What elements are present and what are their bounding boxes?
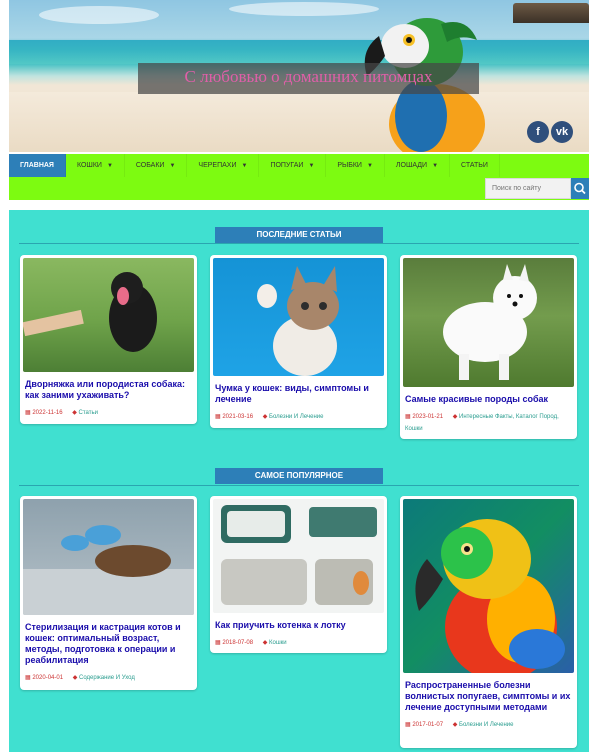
nav-item-label: Черепахи [198,162,237,169]
article-card[interactable]: Чумка у кошек: виды, симптомы и лечение … [210,255,387,428]
article-meta: 2018-07-08 Кошки [215,637,382,649]
nav-item-parrots[interactable]: Попугаи ▼ [259,154,327,177]
article-category[interactable]: Статьи [72,410,98,416]
nav-item-articles[interactable]: Статьи [450,154,500,177]
article-date: 2021-03-16 [215,414,253,420]
facebook-icon[interactable]: f [527,121,549,143]
dog-photo [23,272,157,352]
article-date: 2017-01-07 [405,722,443,728]
nav-item-label: Рыбки [337,162,362,169]
vet-cat-photo [23,525,194,615]
section-divider [19,243,579,244]
section-title-latest: Последние статьи [215,227,383,243]
article-thumbnail[interactable] [23,258,194,372]
article-meta: 2021-03-16 Болезни И Лечение [215,411,382,423]
article-title[interactable]: Самые красивые породы собак [405,394,572,405]
nav-item-label: Лошади [395,162,428,169]
article-category[interactable]: Содержание И Уход [73,675,135,681]
article-card[interactable]: Самые красивые породы собак 2023-01-21 И… [400,255,577,439]
site-title[interactable]: С любовью о домашних питомцах [138,67,479,87]
caret-down-icon: ▼ [241,163,248,169]
nav-item-dogs[interactable]: Собаки ▼ [125,154,188,177]
caret-down-icon: ▼ [308,163,315,169]
search-button[interactable] [571,178,589,199]
nav-item-cats[interactable]: Кошки ▼ [66,154,125,177]
article-card[interactable]: Дворняжка или породистая собака: как зан… [20,255,197,424]
article-thumbnail[interactable] [403,499,574,673]
litter-box-photo [221,505,377,605]
article-title[interactable]: Дворняжка или породистая собака: как зан… [25,379,192,401]
nav-item-label: Собаки [135,162,165,169]
article-meta: 2023-01-21 Интересные Факты, Каталог Пор… [405,411,572,435]
article-date: 2023-01-21 [405,414,443,420]
article-thumbnail[interactable] [213,499,384,613]
colorful-parrot-photo [415,519,565,673]
article-title[interactable]: Как приучить котенка к лотку [215,620,382,631]
kitten-photo [257,266,339,376]
article-category[interactable]: Болезни И Лечение [453,722,514,728]
samoyed-photo [443,264,537,380]
article-meta: 2022-11-16 Статьи [25,407,192,419]
article-date: 2020-04-01 [25,675,63,681]
article-card[interactable]: Как приучить котенка к лотку 2018-07-08 … [210,496,387,653]
site-title-box: С любовью о домашних питомцах [138,63,479,94]
article-meta: 2017-01-07 Болезни И Лечение [405,719,572,731]
article-title[interactable]: Распространенные болезни волнистых попуг… [405,680,572,713]
beach-hut-image [513,3,589,23]
search-icon [574,182,586,195]
search-input[interactable] [485,178,571,199]
article-category[interactable]: Кошки [263,640,287,646]
section-divider [19,485,579,486]
article-thumbnail[interactable] [23,499,194,615]
article-meta: 2020-04-01 Содержание И Уход [25,672,192,684]
article-title[interactable]: Чумка у кошек: виды, симптомы и лечение [215,383,382,405]
nav-item-horses[interactable]: Лошади ▼ [385,154,451,177]
nav-item-fish[interactable]: Рыбки ▼ [326,154,385,177]
article-date: 2022-11-16 [25,410,63,416]
vk-icon[interactable]: vk [551,121,573,143]
nav-item-home[interactable]: Главная [9,154,66,177]
content-area: Последние статьи Дворняжка или породиста… [9,210,589,752]
nav-item-label: Главная [20,162,54,169]
caret-down-icon: ▼ [366,163,373,169]
main-navigation: Главная Кошки ▼ Собаки ▼ Черепахи ▼ Попугаи… [9,154,589,200]
article-thumbnail[interactable] [403,258,574,387]
article-thumbnail[interactable] [213,258,384,376]
article-title[interactable]: Стерилизация и кастрация котов и кошек: … [25,622,192,666]
caret-down-icon: ▼ [432,163,439,169]
header-banner: С любовью о домашних питомцах f vk [9,0,589,152]
section-title-popular: Самое популярное [215,468,383,484]
article-date: 2018-07-08 [215,640,253,646]
caret-down-icon: ▼ [106,163,113,169]
caret-down-icon: ▼ [169,163,176,169]
nav-item-label: Статьи [461,162,488,169]
nav-item-label: Кошки [76,162,102,169]
article-card[interactable]: Распространенные болезни волнистых попуг… [400,496,577,748]
article-category[interactable]: Болезни И Лечение [263,414,324,420]
nav-item-turtles[interactable]: Черепахи ▼ [187,154,260,177]
nav-item-label: Попугаи [270,162,304,169]
article-card[interactable]: Стерилизация и кастрация котов и кошек: … [20,496,197,690]
